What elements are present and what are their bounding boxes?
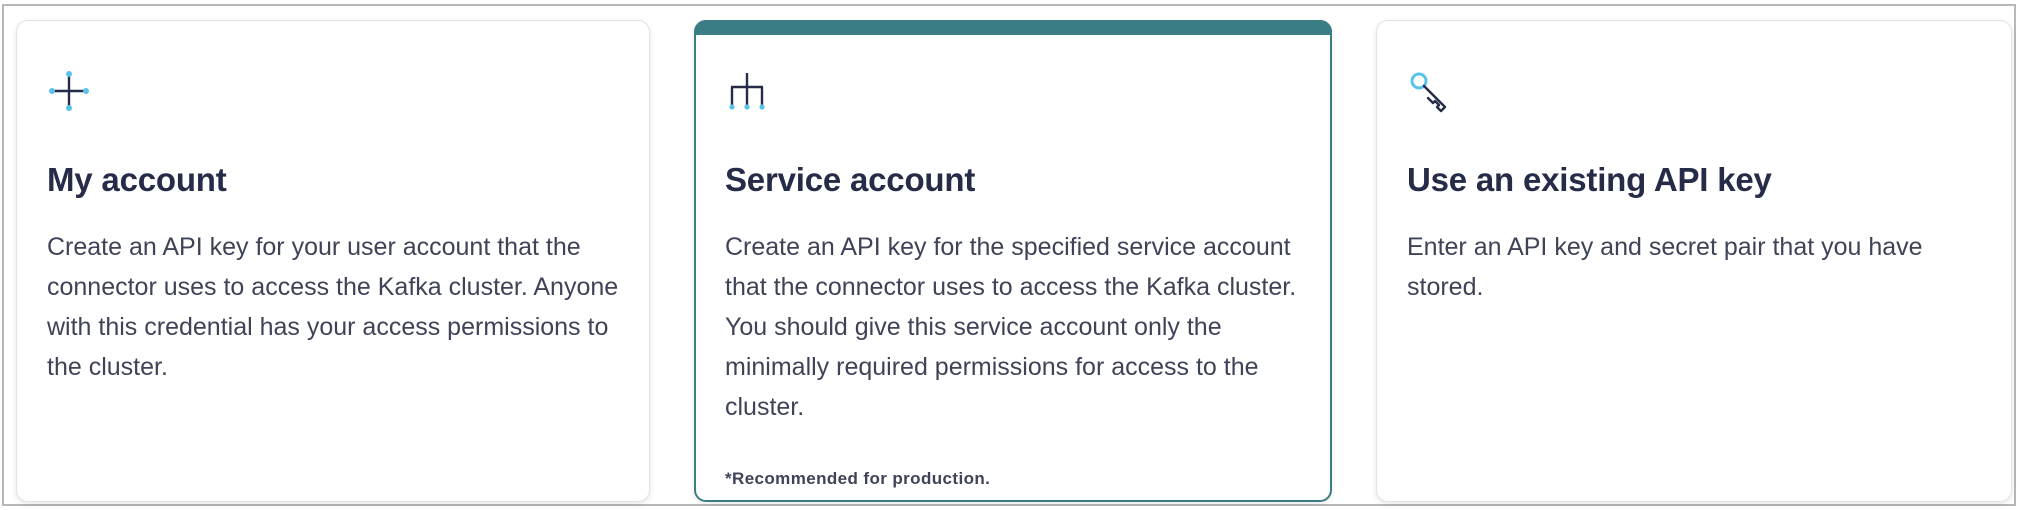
key-icon (1410, 72, 1447, 113)
plus-icon (49, 71, 89, 111)
selected-indicator-bar (694, 20, 1332, 35)
recommendation-note: *Recommended for production. (725, 469, 991, 488)
account-options-panel: My account Create an API key for your us… (2, 4, 2016, 506)
card-title: My account (47, 161, 227, 198)
card-description: Create an API key for your user account … (47, 233, 619, 381)
hierarchy-icon (729, 73, 765, 110)
my-account-card[interactable]: My account Create an API key for your us… (16, 20, 650, 502)
card-description: Enter an API key and secret pair that yo… (1407, 233, 1923, 301)
existing-api-key-card[interactable]: Use an existing API key Enter an API key… (1376, 20, 2012, 502)
card-title: Service account (725, 161, 976, 198)
service-account-card[interactable]: Service account Create an API key for th… (694, 20, 1332, 502)
card-description: Create an API key for the specified serv… (725, 233, 1297, 421)
card-title: Use an existing API key (1407, 161, 1772, 198)
